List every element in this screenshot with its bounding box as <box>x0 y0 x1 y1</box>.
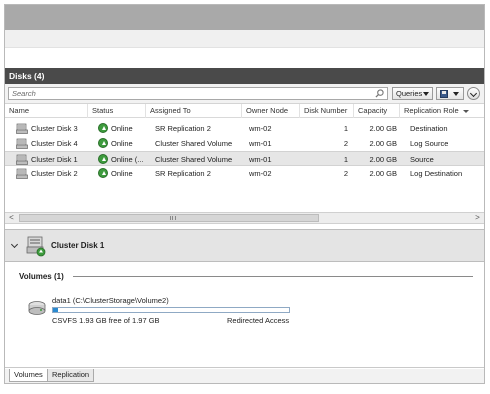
column-header-disk-number[interactable]: Disk Number <box>300 104 354 118</box>
volume-name[interactable]: data1 (C:\ClusterStorage\Volume2) <box>52 296 169 305</box>
cell-capacity: 2.00 GB <box>369 155 397 164</box>
collapse-chevron-icon[interactable] <box>10 240 19 249</box>
online-status-icon <box>98 138 108 148</box>
cell-status: Online <box>111 124 133 133</box>
menu-band <box>5 30 484 48</box>
scroll-right-button[interactable]: > <box>472 213 483 223</box>
cell-assigned-to: SR Replication 2 <box>155 124 211 133</box>
column-header-replication-role[interactable]: Replication Role <box>400 104 484 118</box>
horizontal-scrollbar[interactable]: < > <box>5 212 484 224</box>
column-header-replication-role-label: Replication Role <box>404 106 459 115</box>
search-toolbar: Search Queries <box>5 84 484 104</box>
search-placeholder: Search <box>12 89 36 98</box>
tab-replication[interactable]: Replication <box>47 369 95 382</box>
column-header-name[interactable]: Name <box>5 104 88 118</box>
online-status-icon <box>98 168 108 178</box>
grip-icon <box>170 216 176 220</box>
detail-title: Cluster Disk 1 <box>51 241 105 250</box>
cell-owner-node: wm-02 <box>249 169 272 178</box>
cell-assigned-to: Cluster Shared Volume <box>155 155 233 164</box>
spacer <box>5 49 484 68</box>
table-row[interactable]: Cluster Disk 1 Online (... Cluster Shared … <box>5 151 484 166</box>
tab-volumes[interactable]: Volumes <box>9 369 48 382</box>
cell-disk-number: 1 <box>343 155 348 164</box>
disks-panel-title: Disks (4) <box>5 68 484 84</box>
volumes-header: Volumes (1) <box>19 272 64 281</box>
table-header: Name Status Assigned To Owner Node Disk … <box>5 104 484 118</box>
cell-replication-role: Destination <box>410 124 448 133</box>
disks-table: Name Status Assigned To Owner Node Disk … <box>5 104 484 212</box>
disk-icon <box>16 123 28 134</box>
cell-assigned-to: SR Replication 2 <box>155 169 211 178</box>
volume-free-space: CSVFS 1.93 GB free of 1.97 GB <box>52 316 160 325</box>
sort-icon <box>462 109 469 113</box>
table-row[interactable]: Cluster Disk 3 Online SR Replication 2 wm-0… <box>5 121 484 136</box>
cell-assigned-to: Cluster Shared Volume <box>155 139 233 148</box>
cell-status: Online (... <box>111 155 144 164</box>
cell-name: Cluster Disk 3 <box>31 124 78 133</box>
cell-name: Cluster Disk 4 <box>31 139 78 148</box>
column-header-capacity[interactable]: Capacity <box>354 104 400 118</box>
cell-replication-role: Log Source <box>410 139 449 148</box>
cell-name: Cluster Disk 1 <box>31 155 78 164</box>
disk-icon <box>16 138 28 149</box>
online-status-icon <box>98 154 108 164</box>
disk-icon <box>16 154 28 165</box>
cell-status: Online <box>111 169 133 178</box>
search-icon[interactable] <box>375 89 384 98</box>
cell-owner-node: wm-01 <box>249 139 272 148</box>
save-query-button[interactable] <box>436 87 464 100</box>
chevron-down-icon <box>423 92 429 96</box>
column-header-owner-node[interactable]: Owner Node <box>242 104 300 118</box>
failover-cluster-manager-window: Disks (4) Search Queries Name Status Ass… <box>4 4 485 384</box>
cell-owner-node: wm-02 <box>249 124 272 133</box>
scrollbar-thumb[interactable] <box>19 214 319 222</box>
cell-disk-number: 2 <box>343 169 348 178</box>
search-input[interactable]: Search <box>8 87 388 100</box>
detail-tabs: Volumes Replication <box>5 369 484 383</box>
online-status-icon <box>98 123 108 133</box>
queries-label: Queries <box>396 89 423 98</box>
cluster-disk-icon <box>26 236 46 257</box>
queries-button[interactable]: Queries <box>392 87 433 100</box>
disk-icon <box>16 168 28 179</box>
cell-replication-role: Log Destination <box>410 169 463 178</box>
scroll-left-button[interactable]: < <box>6 213 17 223</box>
table-row[interactable]: Cluster Disk 2 Online SR Replication 2 wm-0… <box>5 166 484 181</box>
cell-capacity: 2.00 GB <box>369 169 397 178</box>
cell-name: Cluster Disk 2 <box>31 169 78 178</box>
volume-status: Redirected Access <box>227 316 290 325</box>
save-icon <box>440 90 448 98</box>
volume-usage-bar <box>52 307 290 313</box>
cell-capacity: 2.00 GB <box>369 139 397 148</box>
table-row[interactable]: Cluster Disk 4 Online Cluster Shared Volum… <box>5 136 484 151</box>
volume-usage-fill <box>53 308 58 312</box>
cell-disk-number: 1 <box>343 124 348 133</box>
column-header-assigned-to[interactable]: Assigned To <box>146 104 242 118</box>
cell-replication-role: Source <box>410 155 434 164</box>
cell-status: Online <box>111 139 133 148</box>
expand-toggle-button[interactable] <box>467 87 480 100</box>
divider <box>73 276 473 277</box>
column-header-status[interactable]: Status <box>88 104 146 118</box>
volume-drive-icon <box>28 301 46 315</box>
detail-body: Volumes (1) data1 (C:\ClusterStorage\Vol… <box>5 263 484 368</box>
cell-owner-node: wm-01 <box>249 155 272 164</box>
toolbar-area <box>5 5 484 30</box>
detail-header: Cluster Disk 1 <box>5 229 484 262</box>
chevron-down-icon <box>453 92 459 96</box>
cell-disk-number: 2 <box>343 139 348 148</box>
cell-capacity: 2.00 GB <box>369 124 397 133</box>
